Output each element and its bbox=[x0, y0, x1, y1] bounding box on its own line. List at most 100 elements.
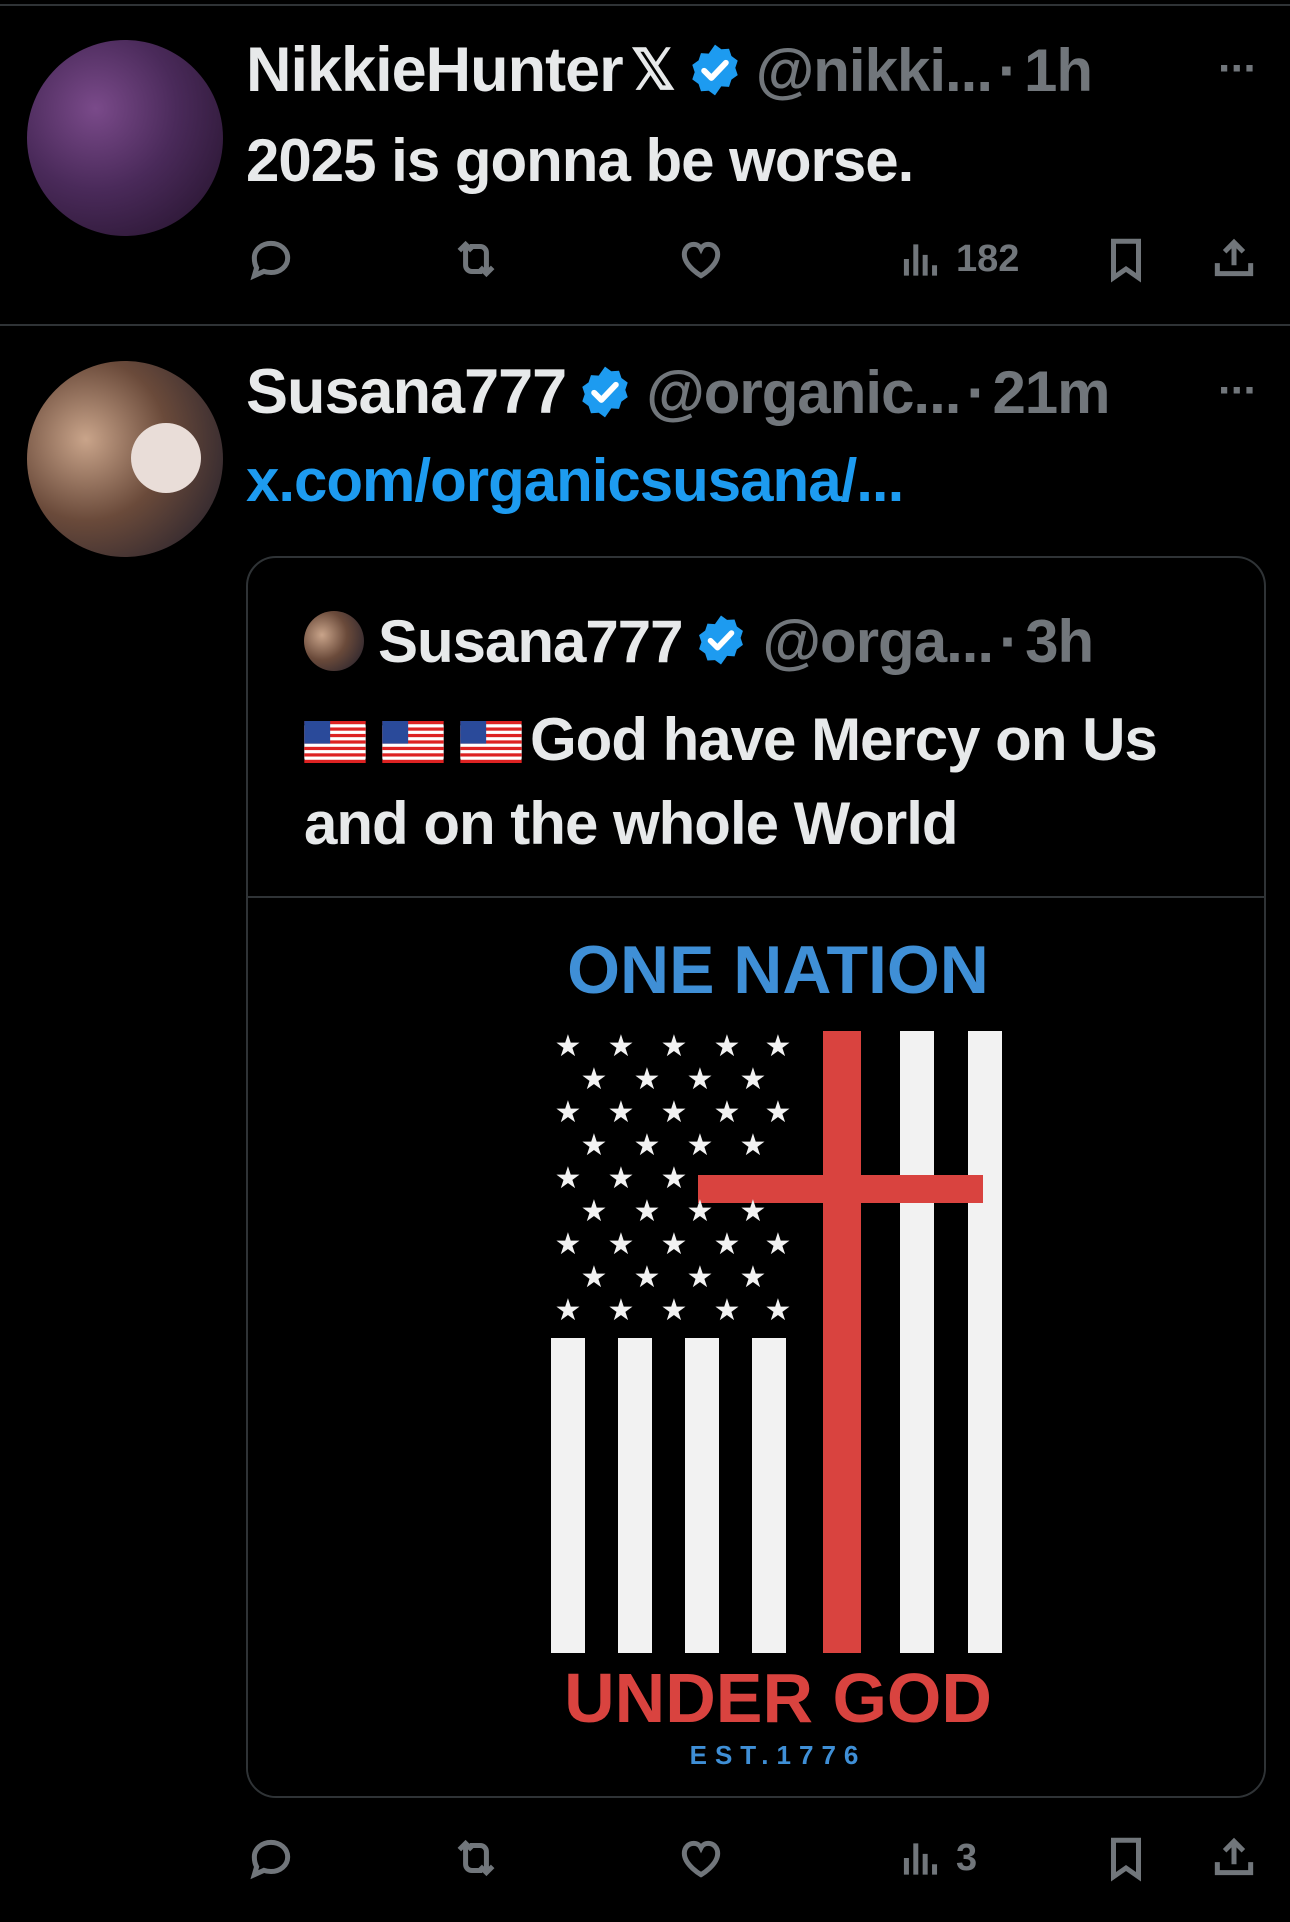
bookmark-button[interactable] bbox=[1101, 224, 1151, 294]
tweet-header: Susana777 @organic... · 21m bbox=[246, 352, 1111, 432]
avatar[interactable] bbox=[27, 40, 223, 236]
views-count: 3 bbox=[956, 1836, 978, 1879]
svg-text:★: ★ bbox=[608, 1293, 635, 1328]
avatar[interactable] bbox=[27, 361, 223, 557]
svg-text:★: ★ bbox=[661, 1293, 688, 1328]
svg-text:★: ★ bbox=[765, 1029, 792, 1064]
svg-text:★: ★ bbox=[687, 1062, 714, 1097]
views-button[interactable]: 182 bbox=[896, 224, 1019, 294]
action-bar: 182 bbox=[246, 224, 1266, 294]
svg-text:★: ★ bbox=[634, 1260, 661, 1295]
reply-button[interactable] bbox=[246, 224, 296, 294]
retweet-button[interactable] bbox=[451, 224, 501, 294]
svg-text:★: ★ bbox=[581, 1062, 608, 1097]
svg-text:★: ★ bbox=[634, 1062, 661, 1097]
svg-text:★: ★ bbox=[555, 1293, 582, 1328]
verified-badge-icon bbox=[686, 41, 744, 99]
author-handle[interactable]: @organic... bbox=[646, 358, 961, 427]
verified-badge-icon bbox=[576, 363, 634, 421]
tweet-divider bbox=[0, 324, 1290, 326]
svg-text:★: ★ bbox=[634, 1128, 661, 1163]
quoted-tweet[interactable]: Susana777 @orga... · 3h God have Mercy o… bbox=[246, 556, 1266, 1798]
more-options-button[interactable]: ··· bbox=[1218, 44, 1258, 94]
svg-text:★: ★ bbox=[581, 1128, 608, 1163]
svg-text:★: ★ bbox=[687, 1260, 714, 1295]
svg-text:★: ★ bbox=[661, 1095, 688, 1130]
svg-text:★: ★ bbox=[555, 1095, 582, 1130]
retweet-icon bbox=[457, 240, 495, 278]
image-top-text: ONE NATION bbox=[567, 932, 989, 1008]
us-flag-icon bbox=[460, 721, 522, 763]
more-options-button[interactable]: ··· bbox=[1218, 366, 1258, 416]
verified-badge-icon bbox=[693, 612, 751, 670]
like-button[interactable] bbox=[676, 1823, 726, 1893]
svg-text:★: ★ bbox=[555, 1161, 582, 1196]
image-small-text: EST.1776 bbox=[690, 1740, 867, 1770]
quoted-tweet-header: Susana777 @orga... · 3h bbox=[304, 606, 1094, 676]
svg-text:★: ★ bbox=[687, 1194, 714, 1229]
svg-text:★: ★ bbox=[555, 1029, 582, 1064]
like-button[interactable] bbox=[676, 224, 726, 294]
tweet-header: NikkieHunter 𝕏 @nikki... · 1h bbox=[246, 30, 1093, 110]
author-handle[interactable]: @nikki... bbox=[756, 36, 993, 105]
svg-text:★: ★ bbox=[634, 1194, 661, 1229]
svg-text:★: ★ bbox=[740, 1128, 767, 1163]
action-bar: 3 bbox=[246, 1823, 1266, 1893]
timestamp[interactable]: 1h bbox=[1024, 36, 1093, 105]
separator-dot: · bbox=[966, 358, 987, 426]
tweet-text: 2025 is gonna be worse. bbox=[246, 127, 914, 194]
svg-text:★: ★ bbox=[661, 1227, 688, 1262]
svg-text:★: ★ bbox=[765, 1095, 792, 1130]
svg-text:★: ★ bbox=[661, 1161, 688, 1196]
svg-text:★: ★ bbox=[765, 1227, 792, 1262]
svg-text:★: ★ bbox=[740, 1194, 767, 1229]
x-logo-icon: 𝕏 bbox=[630, 38, 676, 101]
svg-text:★: ★ bbox=[581, 1260, 608, 1295]
tweet-link[interactable]: x.com/organicsusana/... bbox=[246, 446, 904, 515]
one-nation-flag-image: ONE NATION ★ ★ ★ ★ ★ ★ ★ ★ ★ ★ ★ ★ ★ ★ ★ ★ ★ ★ bbox=[551, 932, 1002, 1770]
views-count: 182 bbox=[956, 237, 1020, 280]
svg-text:★: ★ bbox=[687, 1128, 714, 1163]
views-button[interactable]: 3 bbox=[896, 1823, 977, 1893]
share-icon bbox=[1214, 1837, 1254, 1876]
svg-text:★: ★ bbox=[608, 1029, 635, 1064]
reply-icon bbox=[250, 1839, 291, 1880]
quoted-tweet-text: God have Mercy on Us and on the whole Wo… bbox=[304, 698, 1224, 866]
like-icon bbox=[681, 1840, 721, 1878]
separator-dot: · bbox=[998, 36, 1018, 104]
svg-text:★: ★ bbox=[714, 1227, 741, 1262]
svg-text:★: ★ bbox=[661, 1029, 688, 1064]
author-name[interactable]: NikkieHunter bbox=[246, 34, 624, 106]
image-bottom-text: UNDER GOD bbox=[564, 1659, 992, 1737]
svg-text:★: ★ bbox=[740, 1260, 767, 1295]
bookmark-icon bbox=[1111, 238, 1141, 283]
views-icon bbox=[903, 1843, 938, 1875]
svg-text:★: ★ bbox=[714, 1029, 741, 1064]
separator-dot: · bbox=[999, 607, 1020, 675]
quoted-avatar bbox=[304, 611, 364, 671]
us-flag-icon bbox=[304, 721, 366, 763]
timestamp[interactable]: 21m bbox=[992, 358, 1110, 427]
svg-text:★: ★ bbox=[581, 1194, 608, 1229]
share-button[interactable] bbox=[1209, 224, 1259, 294]
us-flag-icon bbox=[382, 721, 444, 763]
share-button[interactable] bbox=[1209, 1823, 1259, 1893]
reply-button[interactable] bbox=[246, 1823, 296, 1893]
bookmark-button[interactable] bbox=[1101, 1823, 1151, 1893]
retweet-button[interactable] bbox=[451, 1823, 501, 1893]
quoted-author-handle: @orga... bbox=[762, 607, 995, 675]
retweet-icon bbox=[457, 1839, 495, 1877]
share-icon bbox=[1214, 238, 1254, 277]
bookmark-icon bbox=[1111, 1837, 1141, 1882]
author-name[interactable]: Susana777 bbox=[246, 356, 567, 428]
svg-text:★: ★ bbox=[608, 1227, 635, 1262]
quoted-media-image[interactable]: ONE NATION ★ ★ ★ ★ ★ ★ ★ ★ ★ ★ ★ ★ ★ ★ ★ ★ ★ ★ bbox=[248, 898, 1264, 1796]
like-icon bbox=[681, 241, 721, 279]
svg-text:★: ★ bbox=[714, 1095, 741, 1130]
quoted-author-name: Susana777 bbox=[378, 607, 684, 675]
svg-text:★: ★ bbox=[740, 1062, 767, 1097]
svg-text:★: ★ bbox=[555, 1227, 582, 1262]
top-divider bbox=[0, 4, 1290, 6]
quoted-timestamp: 3h bbox=[1025, 607, 1094, 675]
views-icon bbox=[903, 244, 938, 276]
